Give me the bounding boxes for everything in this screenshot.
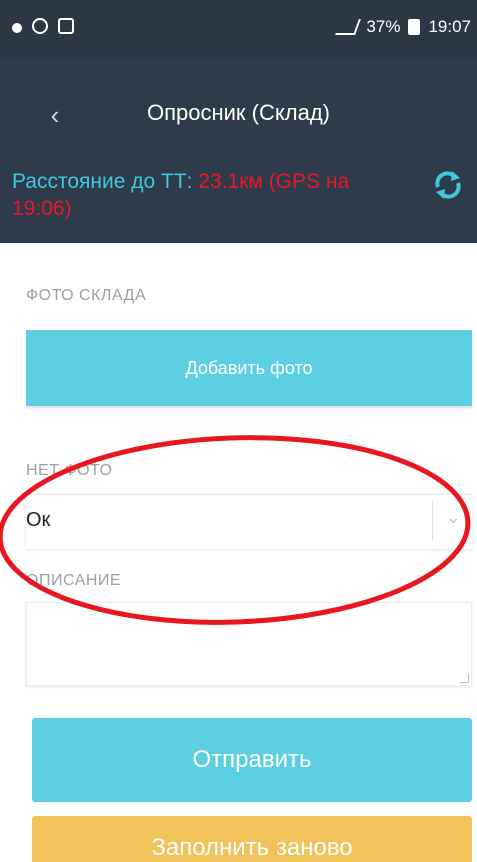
resize-handle-icon[interactable]	[460, 674, 469, 683]
clock: 19:07	[428, 17, 471, 36]
refill-label: Заполнить заново	[151, 834, 353, 861]
description-textarea[interactable]	[26, 602, 472, 686]
add-photo-label: Добавить фото	[185, 357, 313, 378]
description-label: ОПИСАНИЕ	[26, 572, 122, 589]
send-label: Отправить	[192, 746, 312, 773]
no-photo-select[interactable]: Ок ⌄	[26, 494, 472, 549]
distance-label: Расстояние до ТТ:	[12, 170, 199, 193]
location-dot-icon	[12, 22, 22, 33]
battery-icon	[408, 19, 421, 35]
no-photo-selected-value: Ок	[26, 509, 51, 531]
signal-icon	[335, 19, 362, 35]
instagram-icon	[32, 18, 48, 34]
photo-section-label: ФОТО СКЛАДА	[26, 287, 147, 304]
add-photo-button[interactable]: Добавить фото	[26, 330, 472, 406]
battery-percent: 37%	[366, 17, 401, 36]
refill-button[interactable]: Заполнить заново	[32, 816, 472, 862]
refresh-icon[interactable]	[432, 169, 464, 201]
app-header: ‹ Опросник (Склад) Расстояние до ТТ: 23.…	[0, 58, 477, 243]
status-icons-right: 37% 19:07	[335, 17, 471, 37]
send-button[interactable]: Отправить	[32, 718, 472, 802]
page-title: Опросник (Склад)	[147, 100, 330, 125]
status-bar: 37% 19:07	[0, 0, 477, 58]
no-photo-label: НЕТ ФОТО	[26, 462, 113, 479]
select-divider	[432, 501, 433, 541]
chevron-down-icon: ⌄	[446, 507, 462, 527]
distance-info: Расстояние до ТТ: 23.1км (GPS на 19:06)	[12, 168, 402, 222]
image-icon	[58, 18, 74, 34]
status-icons-left	[12, 18, 74, 34]
